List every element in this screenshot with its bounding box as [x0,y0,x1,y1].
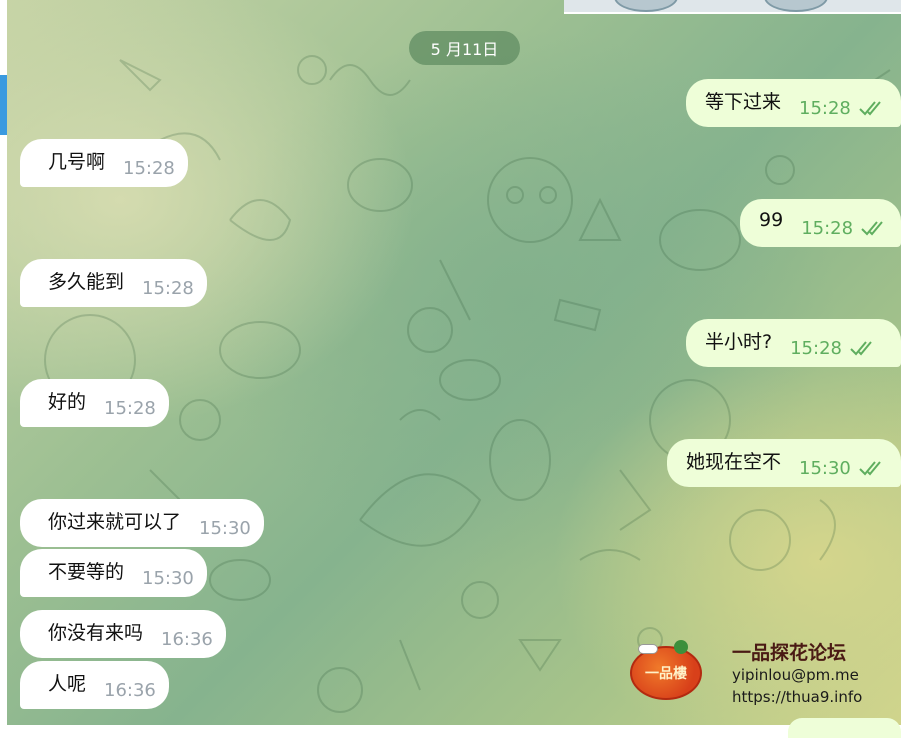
message-text: 好的 [48,390,87,413]
message-text: 99 [759,209,784,231]
left-panel-accent [0,75,7,135]
message-bubble-incoming[interactable]: 几号啊 15:28 [20,139,188,187]
cloud-icon [638,644,658,654]
watermark-logo-text: 一品樓 [645,666,687,682]
watermark-title: 一品探花论坛 [732,642,847,664]
watermark: 一品樓 一品探花论坛 yipinlou@pm.me https://thua9.… [628,636,868,716]
media-preview-shape [614,0,678,12]
message-text: 半小时? [705,330,773,353]
double-check-icon [859,461,881,476]
message-text: 不要等的 [48,560,125,583]
date-separator: 5 月11日 [409,31,520,65]
message-time: 15:28 [801,217,854,239]
message-text: 等下过来 [705,90,782,113]
message-text: 你过来就可以了 [48,510,182,533]
message-time: 15:28 [123,157,175,179]
message-time: 16:36 [161,628,213,650]
double-check-icon [850,341,872,356]
message-time: 15:30 [199,517,251,539]
message-bubble-incoming[interactable]: 好的 15:28 [20,379,169,427]
message-time: 15:28 [142,277,194,299]
message-bubble-incoming[interactable]: 人呢 16:36 [20,661,169,709]
double-check-icon [861,221,883,236]
message-time: 15:28 [104,397,156,419]
message-bubble-outgoing[interactable]: 99 15:28 [740,199,901,247]
watermark-url: https://thua9.info [732,688,863,706]
double-check-icon [859,101,881,116]
message-bubble-incoming[interactable]: 你没有来吗 16:36 [20,610,226,658]
watermark-email: yipinlou@pm.me [732,666,859,684]
message-bubble-outgoing[interactable]: 等下过来 15:28 [686,79,901,127]
message-bubble-outgoing[interactable]: 她现在空不 15:30 [667,439,901,487]
message-bubble-incoming[interactable]: 你过来就可以了 15:30 [20,499,264,547]
message-time: 15:28 [790,337,842,359]
message-bubble-incoming[interactable]: 不要等的 15:30 [20,549,207,597]
figure-icon [674,640,688,654]
message-text: 她现在空不 [686,450,782,473]
media-preview-shape [764,0,828,12]
message-text: 几号啊 [48,150,106,173]
watermark-logo: 一品樓 [630,640,702,700]
message-time: 15:28 [799,97,851,119]
message-text: 人呢 [48,672,87,695]
message-time: 15:30 [799,457,851,479]
message-bubble-outgoing-partial[interactable] [788,718,901,738]
message-text: 多久能到 [48,270,125,293]
message-bubble-outgoing[interactable]: 半小时? 15:28 [686,319,901,367]
message-bubble-incoming[interactable]: 多久能到 15:28 [20,259,207,307]
message-time: 16:36 [104,679,156,701]
message-time: 15:30 [142,567,194,589]
media-preview-fragment[interactable] [564,0,901,14]
message-text: 你没有来吗 [48,621,144,644]
